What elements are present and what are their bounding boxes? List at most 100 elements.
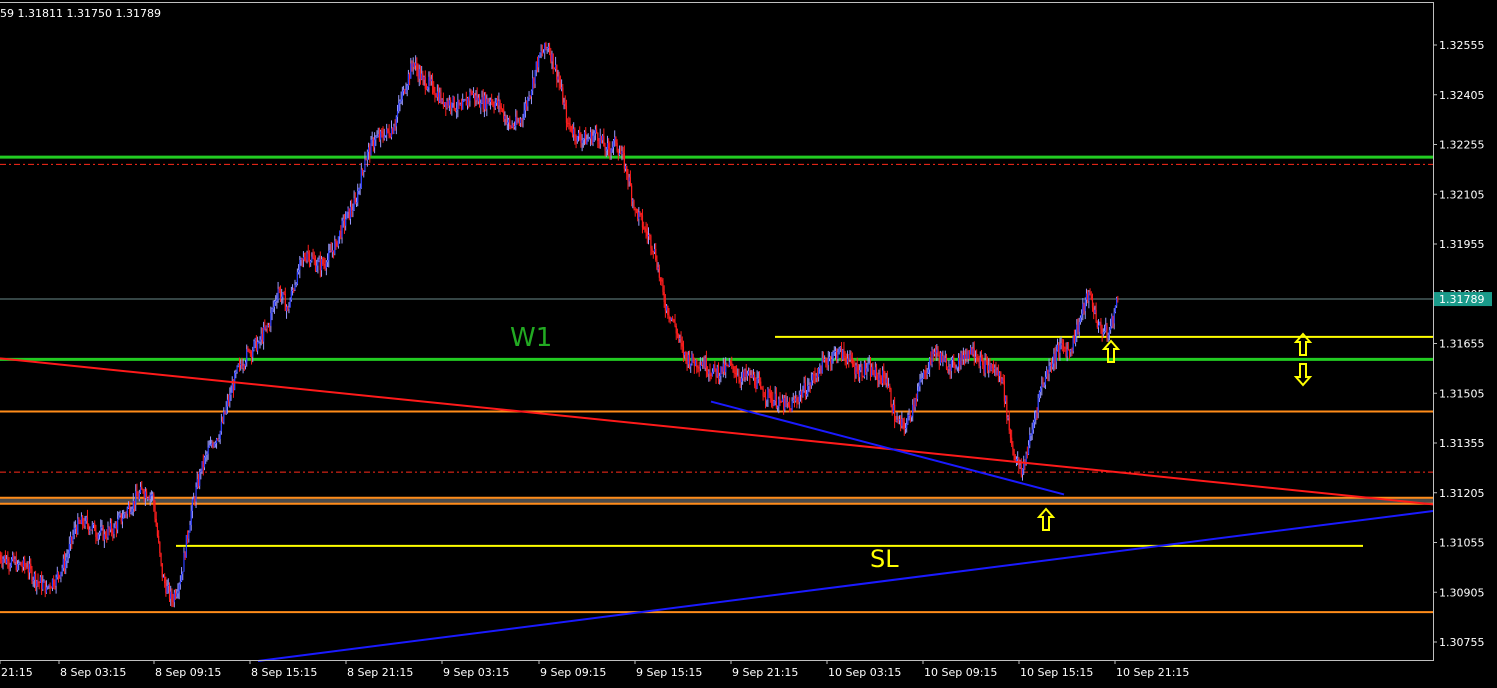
candle-body — [892, 404, 895, 413]
candle-body — [54, 585, 56, 587]
candle-body — [831, 359, 833, 364]
candle-body — [74, 527, 76, 529]
candle-body — [200, 471, 202, 473]
candle-body — [1049, 365, 1051, 367]
candle-body — [154, 505, 156, 519]
candle-body — [287, 306, 289, 309]
price-chart[interactable]: 59 1.31811 1.31750 1.31789 W1 SL 1.32555… — [0, 0, 1497, 684]
price-tick-label: 1.32105 — [1439, 188, 1485, 201]
candle-body — [550, 53, 552, 62]
candle-body — [734, 373, 736, 375]
candle-body — [635, 209, 638, 211]
candle-body — [568, 122, 570, 125]
candle-body — [477, 97, 479, 102]
candle-body — [1071, 350, 1073, 352]
candle-body — [521, 119, 523, 121]
candle-body — [305, 259, 307, 261]
candle-body — [694, 359, 697, 367]
candle-body — [783, 398, 785, 410]
candle-body — [989, 365, 991, 371]
candle-body — [916, 390, 919, 400]
candle-body — [522, 118, 524, 120]
candle-body — [818, 368, 820, 377]
candle-body — [162, 576, 165, 578]
chart-canvas[interactable]: 59 1.31811 1.31750 1.31789 W1 SL 1.32555… — [0, 0, 1497, 684]
candle-body — [745, 370, 747, 377]
candle-body — [148, 498, 150, 500]
candle-body — [629, 177, 631, 186]
candle-body — [41, 577, 43, 590]
candle-body — [209, 444, 212, 446]
candle-body — [1000, 372, 1002, 383]
candle-body — [904, 428, 907, 430]
candle-body — [692, 354, 694, 362]
candle-body — [1050, 365, 1053, 368]
candle-body — [228, 399, 230, 402]
candle-body — [1096, 321, 1098, 328]
candle-body — [779, 399, 781, 402]
candle-body — [810, 380, 812, 386]
candle-body — [10, 559, 13, 567]
candle-body — [690, 363, 692, 367]
candle-body — [211, 443, 213, 445]
candle-body — [348, 208, 350, 219]
candle-body — [650, 236, 652, 249]
candle-body — [325, 262, 327, 269]
time-tick-label: 8 Sep 15:15 — [251, 666, 317, 679]
candle-body — [956, 366, 958, 368]
candle-body — [735, 373, 738, 377]
candle-body — [1076, 324, 1078, 337]
candle-body — [603, 135, 605, 147]
candle-body — [499, 100, 501, 107]
candle-body — [837, 351, 839, 360]
candle-body — [497, 99, 499, 106]
candle-body — [622, 150, 624, 154]
candle-body — [119, 513, 121, 516]
candle-body — [896, 419, 898, 422]
candle-body — [1078, 321, 1080, 332]
candle-body — [575, 138, 577, 142]
candle-body — [381, 131, 383, 134]
candle-body — [849, 354, 851, 360]
candle-body — [1074, 336, 1077, 343]
candle-body — [672, 317, 674, 320]
candle-body — [491, 99, 493, 102]
candle-body — [475, 95, 477, 101]
candle-body — [336, 242, 338, 246]
candle-body — [574, 128, 576, 139]
candle-body — [1009, 430, 1012, 438]
candle-body — [703, 361, 705, 368]
candle-body — [300, 258, 302, 260]
candle-body — [349, 206, 352, 219]
candle-body — [82, 516, 84, 525]
candle-body — [869, 362, 872, 377]
candle-body — [14, 559, 16, 563]
candle-body — [410, 63, 412, 79]
candle-body — [820, 366, 822, 373]
candle-body — [652, 250, 654, 253]
candle-body — [552, 53, 554, 69]
candle-body — [24, 559, 26, 567]
candle-body — [551, 53, 553, 62]
candle-body — [828, 356, 831, 359]
time-tick-label: 9 Sep 15:15 — [636, 666, 702, 679]
candle-body — [123, 514, 125, 519]
candle-body — [326, 260, 329, 263]
candle-body — [150, 494, 153, 496]
candle-body — [3, 555, 5, 559]
candle-body — [392, 128, 394, 134]
w1-label: W1 — [510, 323, 552, 353]
candle-body — [962, 355, 964, 360]
candle-body — [1007, 416, 1009, 419]
candle-body — [472, 93, 475, 95]
candle-body — [418, 69, 420, 79]
candle-body — [792, 399, 794, 402]
price-tick-label: 1.30755 — [1439, 636, 1485, 649]
candle-body — [579, 132, 581, 139]
candle-body — [518, 121, 520, 123]
candle-body — [273, 301, 276, 307]
candle-body — [376, 136, 378, 138]
candle-body — [996, 369, 998, 376]
candle-body — [202, 461, 204, 468]
time-tick-label: 9 Sep 03:15 — [443, 666, 509, 679]
